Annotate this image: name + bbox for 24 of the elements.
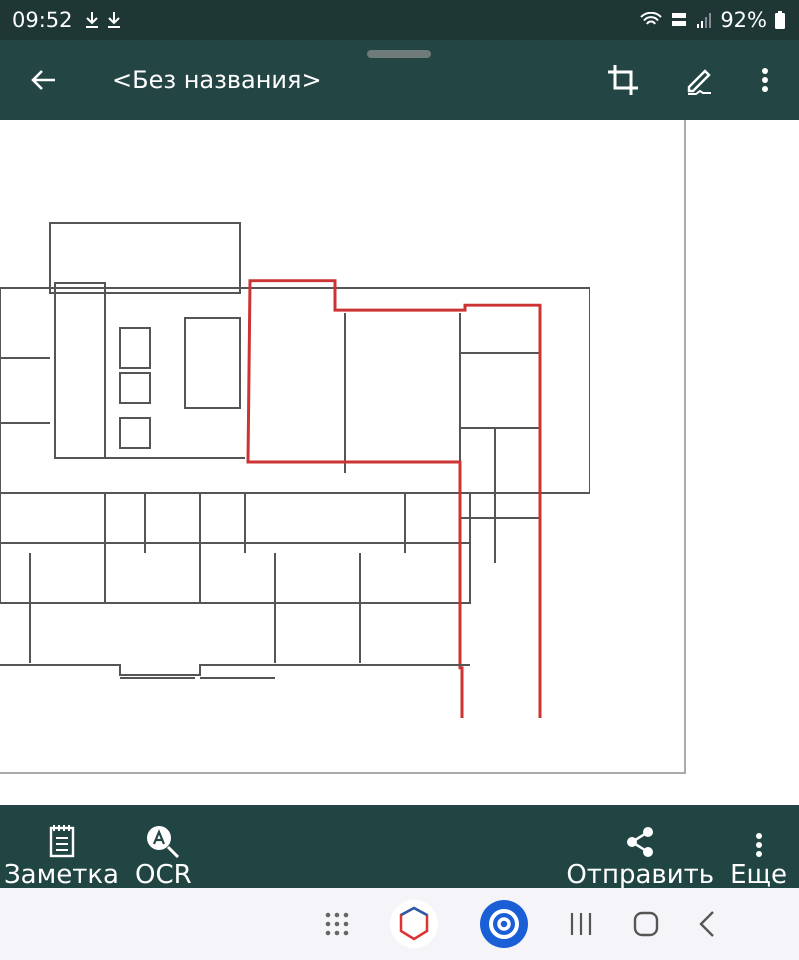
download-icon <box>84 11 99 29</box>
battery-percent: 92% <box>720 8 767 32</box>
crop-icon[interactable] <box>607 64 639 96</box>
back-icon[interactable] <box>699 911 715 937</box>
share-button[interactable]: Отправить <box>566 826 714 888</box>
battery-icon <box>775 11 785 29</box>
note-button[interactable]: Заметка <box>4 824 119 888</box>
ocr-button[interactable]: OCR <box>135 824 192 888</box>
more-button[interactable]: Еще <box>730 832 787 888</box>
more-icon <box>754 832 763 858</box>
drag-handle[interactable] <box>367 50 431 58</box>
more-options-icon[interactable] <box>761 67 769 93</box>
status-time: 09:52 <box>12 8 73 32</box>
notepad-icon <box>48 824 74 858</box>
back-arrow-icon[interactable] <box>30 69 56 91</box>
download-icon <box>106 11 121 29</box>
app-grid-icon[interactable] <box>325 912 349 936</box>
signal-icon <box>696 12 712 28</box>
app-icon[interactable] <box>389 899 439 949</box>
document-title[interactable]: <Без названия> <box>112 66 322 94</box>
home-icon[interactable] <box>633 911 659 937</box>
recent-apps-icon[interactable] <box>569 912 593 936</box>
text-search-icon <box>145 824 182 858</box>
share-icon <box>625 826 656 858</box>
